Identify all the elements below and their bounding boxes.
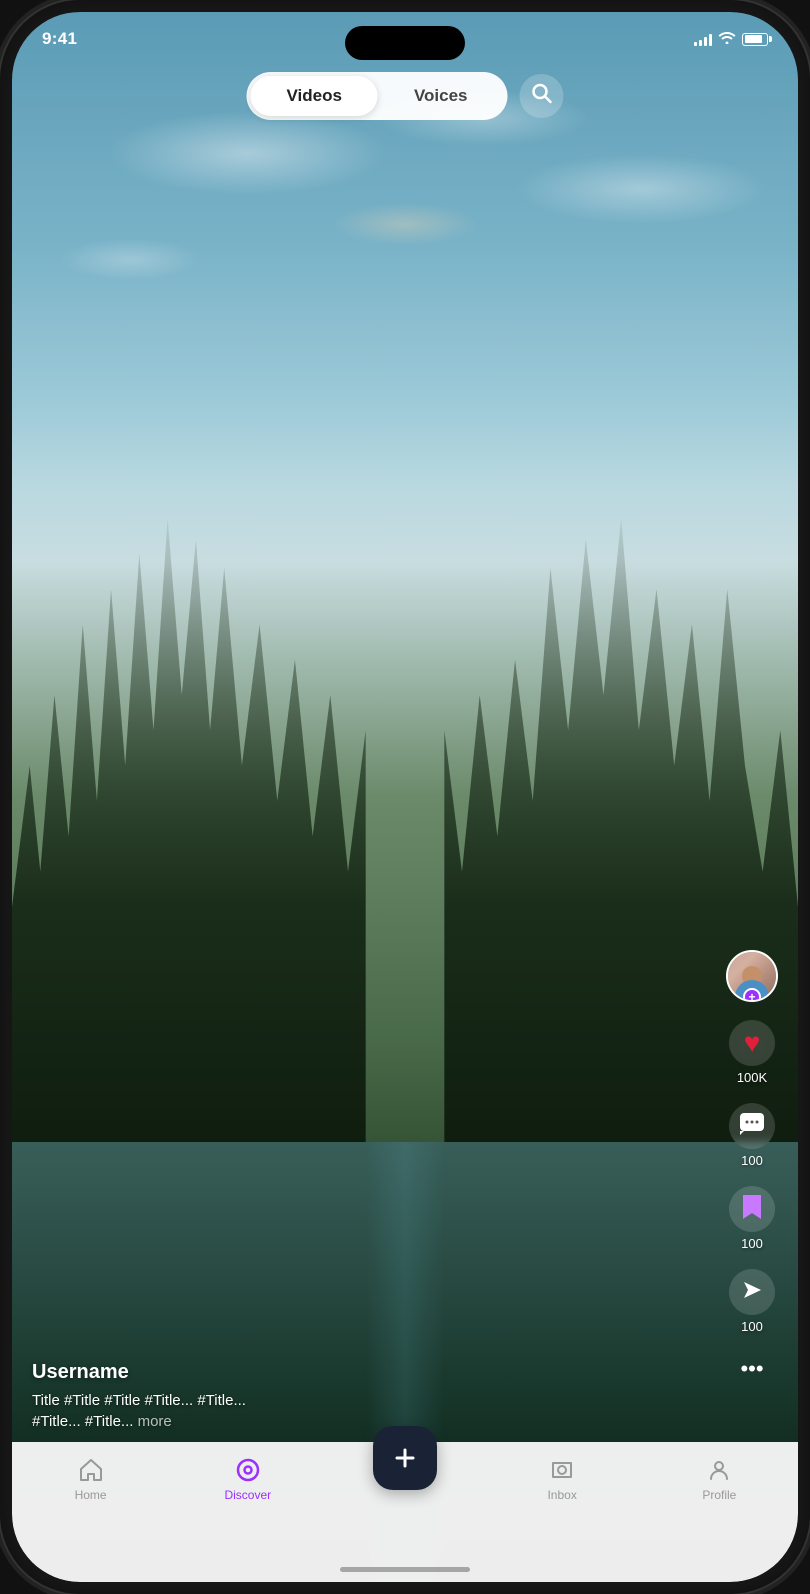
- battery-fill: [745, 35, 763, 43]
- tab-videos[interactable]: Videos: [251, 76, 378, 116]
- signal-bar-3: [704, 37, 707, 46]
- signal-bar-2: [699, 40, 702, 46]
- wifi-icon: [718, 30, 736, 49]
- share-icon-bg: [729, 1269, 775, 1315]
- like-icon-bg: ♥: [729, 1020, 775, 1066]
- video-info: Username Title #Title #Title #Title... #…: [32, 1361, 718, 1432]
- share-icon: [741, 1279, 763, 1306]
- right-actions: + ♥ 100K: [726, 950, 778, 1382]
- caption-text: Title #Title #Title #Title... #Title...: [32, 1392, 246, 1409]
- signal-bar-4: [709, 34, 712, 46]
- bookmark-icon-bg: [729, 1186, 775, 1232]
- comment-icon-bg: [729, 1103, 775, 1149]
- nav-label-home: Home: [75, 1488, 107, 1502]
- nav-item-add[interactable]: [370, 1446, 440, 1490]
- top-tab-bar: Videos Voices: [247, 72, 564, 120]
- tab-pill: Videos Voices: [247, 72, 508, 120]
- heart-icon: ♥: [744, 1027, 761, 1059]
- home-indicator: [340, 1567, 470, 1572]
- creator-avatar[interactable]: +: [726, 950, 778, 1002]
- like-count: 100K: [737, 1070, 767, 1085]
- comment-action[interactable]: 100: [729, 1103, 775, 1168]
- discover-icon: [234, 1456, 262, 1484]
- home-icon: [77, 1456, 105, 1484]
- nav-item-inbox[interactable]: Inbox: [527, 1456, 597, 1502]
- nav-item-discover[interactable]: Discover: [213, 1456, 283, 1502]
- video-username[interactable]: Username: [32, 1361, 718, 1384]
- bookmark-action[interactable]: 100: [729, 1186, 775, 1251]
- caption-text-line2: #Title... #Title...: [32, 1413, 133, 1430]
- phone-frame: 9:41 Videos: [0, 0, 810, 1594]
- nav-label-discover: Discover: [224, 1488, 271, 1502]
- nav-label-inbox: Inbox: [547, 1488, 576, 1502]
- video-background: [12, 12, 798, 1582]
- bookmark-count: 100: [741, 1236, 763, 1251]
- add-button[interactable]: [373, 1426, 437, 1490]
- video-caption: Title #Title #Title #Title... #Title... …: [32, 1390, 718, 1432]
- nav-label-profile: Profile: [702, 1488, 736, 1502]
- search-button[interactable]: [520, 74, 564, 118]
- follow-plus-badge[interactable]: +: [743, 988, 761, 1002]
- nav-item-home[interactable]: Home: [56, 1456, 126, 1502]
- like-action[interactable]: ♥ 100K: [729, 1020, 775, 1085]
- bookmark-icon: [741, 1193, 763, 1226]
- tab-voices[interactable]: Voices: [378, 76, 504, 116]
- screen: 9:41 Videos: [12, 12, 798, 1582]
- signal-bars-icon: [694, 32, 712, 46]
- share-count: 100: [741, 1319, 763, 1334]
- more-options-button[interactable]: •••: [740, 1356, 763, 1382]
- inbox-icon: [548, 1456, 576, 1484]
- profile-icon: [705, 1456, 733, 1484]
- comment-icon: [739, 1112, 765, 1141]
- share-action[interactable]: 100: [729, 1269, 775, 1334]
- signal-bar-1: [694, 42, 697, 46]
- battery-icon: [742, 33, 768, 46]
- comment-count: 100: [741, 1153, 763, 1168]
- search-icon: [531, 82, 553, 110]
- bottom-nav: Home Discover: [12, 1442, 798, 1582]
- status-icons: [694, 30, 768, 49]
- nav-item-profile[interactable]: Profile: [684, 1456, 754, 1502]
- caption-more-button[interactable]: more: [138, 1413, 172, 1430]
- status-time: 9:41: [42, 29, 77, 49]
- dynamic-island: [345, 26, 465, 60]
